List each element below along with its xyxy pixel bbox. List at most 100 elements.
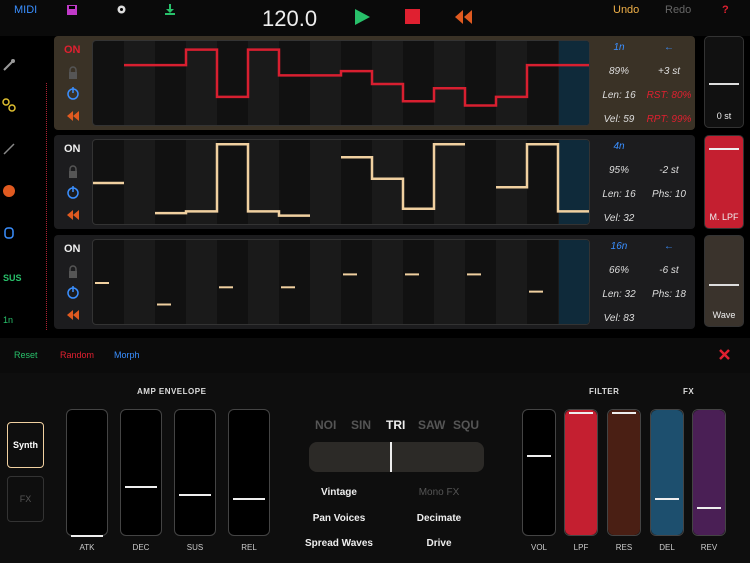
close-icon[interactable]	[719, 349, 730, 360]
gear-icon[interactable]	[116, 4, 127, 15]
rate-value[interactable]: 16n	[594, 241, 644, 252]
velocity-value[interactable]: Vel: 83	[594, 313, 644, 324]
extra-value[interactable]: Phs: 10	[644, 189, 694, 200]
fx-slider-label: DEL	[659, 543, 675, 552]
globe-icon[interactable]	[2, 184, 18, 200]
transpose-slider[interactable]: 0 st	[704, 36, 744, 128]
transpose-value[interactable]: -6 st	[644, 265, 694, 276]
probability-value[interactable]: 89%	[594, 66, 644, 77]
midi-button[interactable]: MIDI	[14, 4, 37, 16]
action-bar: Reset Random Morph	[0, 338, 750, 373]
step-column	[310, 240, 341, 324]
global-rate[interactable]: 1n	[3, 315, 13, 325]
tempo-display[interactable]: 120.0	[262, 6, 317, 32]
synth-panel: Synth FX AMP ENVELOPE FILTER FX ATK DEC …	[0, 373, 750, 563]
length-value[interactable]: Len: 32	[594, 289, 644, 300]
extra-value[interactable]: Phs: 18	[644, 289, 694, 300]
probability-value[interactable]: 66%	[594, 265, 644, 276]
extra-value[interactable]: RST: 80%	[644, 90, 694, 101]
step-column	[310, 140, 341, 224]
wave-handle	[709, 284, 739, 286]
unlink-icon[interactable]	[2, 142, 18, 158]
play-icon[interactable]	[354, 9, 370, 25]
wave-slider[interactable]: Wave	[704, 235, 744, 327]
option-toggle[interactable]: Mono FX	[384, 487, 494, 498]
morph-button[interactable]: Morph	[114, 350, 140, 360]
fx-slider[interactable]	[692, 409, 726, 536]
wave-label: Wave	[712, 310, 736, 320]
on-toggle[interactable]: ON	[64, 243, 81, 255]
length-value[interactable]: Len: 16	[594, 189, 644, 200]
fx-slider-label: VOL	[530, 543, 547, 552]
synth-tab[interactable]: Synth	[7, 422, 44, 468]
wave-option[interactable]: SIN	[351, 418, 371, 432]
sequencer-row: ON 1n ← 89% +3 st Len: 16 RST: 80% Vel: …	[54, 36, 695, 130]
lock-icon[interactable]	[66, 66, 80, 80]
option-toggle[interactable]: Pan Voices	[284, 513, 394, 524]
rewind-icon[interactable]	[66, 309, 80, 323]
wave-option[interactable]: SAW	[418, 418, 445, 432]
back-arrow-icon[interactable]: ←	[644, 42, 694, 53]
power-icon[interactable]	[66, 86, 80, 100]
rate-value[interactable]: 1n	[594, 42, 644, 53]
fx-tab[interactable]: FX	[7, 476, 44, 522]
fx-slider[interactable]	[564, 409, 598, 536]
fx-slider[interactable]	[607, 409, 641, 536]
undo-button[interactable]: Undo	[613, 4, 639, 16]
power-icon[interactable]	[66, 285, 80, 299]
lock-icon[interactable]	[66, 265, 80, 279]
env-slider[interactable]	[174, 409, 216, 536]
on-toggle[interactable]: ON	[64, 44, 81, 56]
slider-fill	[565, 410, 597, 535]
fx-slider[interactable]	[522, 409, 556, 536]
save-icon[interactable]	[67, 5, 77, 15]
on-toggle[interactable]: ON	[64, 143, 81, 155]
link-icon[interactable]	[2, 98, 18, 114]
env-slider[interactable]	[228, 409, 270, 536]
help-button[interactable]: ?	[722, 4, 729, 16]
env-slider-handle	[233, 498, 265, 501]
step-grid[interactable]	[92, 40, 590, 126]
mod-lpf-handle	[709, 148, 739, 150]
env-slider[interactable]	[120, 409, 162, 536]
fx-slider[interactable]	[650, 409, 684, 536]
power-icon[interactable]	[66, 185, 80, 199]
rewind-icon[interactable]	[66, 209, 80, 223]
rewind-icon[interactable]	[66, 110, 80, 124]
wave-morph-slider[interactable]	[309, 442, 484, 472]
rewind-icon[interactable]	[455, 10, 472, 24]
option-toggle[interactable]: Drive	[384, 538, 494, 549]
download-icon[interactable]	[165, 4, 175, 15]
sustain-toggle[interactable]: SUS	[3, 273, 22, 283]
option-toggle[interactable]: Decimate	[384, 513, 494, 524]
lock-icon[interactable]	[66, 165, 80, 179]
velocity-value[interactable]: Vel: 32	[594, 213, 644, 224]
reset-button[interactable]: Reset	[14, 350, 38, 360]
step-grid[interactable]	[92, 239, 590, 325]
probability-value[interactable]: 95%	[594, 165, 644, 176]
wave-option[interactable]: SQU	[453, 418, 479, 432]
link-connector	[46, 83, 47, 330]
wave-option[interactable]: TRI	[386, 418, 405, 432]
transpose-value[interactable]: -2 st	[644, 165, 694, 176]
redo-button[interactable]: Redo	[665, 4, 691, 16]
wave-option[interactable]: NOI	[315, 418, 336, 432]
length-value[interactable]: Len: 16	[594, 90, 644, 101]
repeat-value[interactable]: RPT: 99%	[644, 114, 694, 125]
wrench-icon[interactable]	[2, 58, 18, 74]
sequencer-info: 4n 95% -2 st Len: 16 Phs: 10 Vel: 32	[594, 135, 695, 229]
random-button[interactable]: Random	[60, 350, 94, 360]
env-slider[interactable]	[66, 409, 108, 537]
option-toggle[interactable]: Spread Waves	[284, 538, 394, 549]
stop-icon[interactable]	[405, 9, 420, 24]
transpose-value[interactable]: +3 st	[644, 66, 694, 77]
step-column	[124, 240, 155, 324]
rate-value[interactable]: 4n	[594, 141, 644, 152]
step-column	[124, 41, 155, 125]
velocity-value[interactable]: Vel: 59	[594, 114, 644, 125]
option-toggle[interactable]: Vintage	[284, 487, 394, 498]
hand-icon[interactable]	[2, 226, 18, 242]
mod-lpf-slider[interactable]: M. LPF	[704, 135, 744, 229]
back-arrow-icon[interactable]: ←	[644, 241, 694, 252]
step-grid[interactable]	[92, 139, 590, 225]
